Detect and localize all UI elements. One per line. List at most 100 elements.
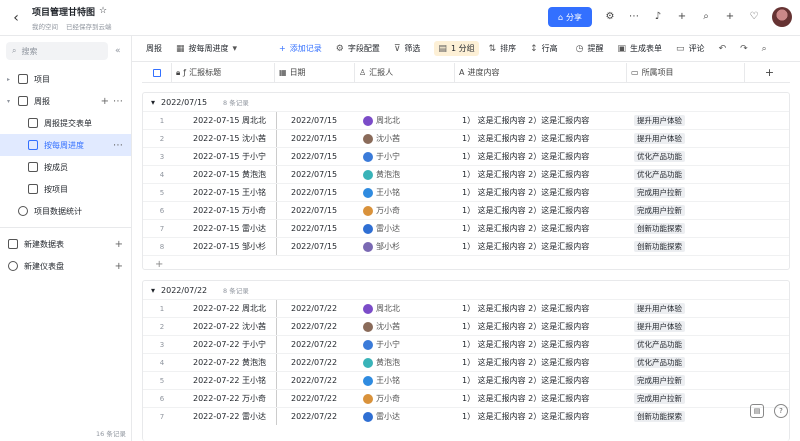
cell-person[interactable]: 周北北: [356, 303, 456, 314]
cell-content[interactable]: 1） 这是汇报内容 2）这是汇报内容: [456, 151, 628, 162]
sidebar-item-by-project[interactable]: 按项目: [0, 178, 131, 200]
collapse-sidebar-icon[interactable]: «: [115, 46, 121, 56]
collapse-icon[interactable]: ▾: [7, 98, 15, 105]
sidebar-item-form[interactable]: 周报提交表单: [0, 112, 131, 134]
cell-person[interactable]: 万小奇: [356, 393, 456, 404]
cell-title[interactable]: 2022-07-15 沈小茜: [173, 133, 276, 144]
plus-icon[interactable]: +: [115, 261, 123, 272]
cell-project[interactable]: 优化产品功能: [628, 357, 758, 368]
remind-button[interactable]: ◷ 提醒: [576, 43, 604, 54]
redo-button[interactable]: ↷: [740, 44, 748, 54]
field-config-button[interactable]: ⚙ 字段配置: [336, 43, 380, 54]
cell-project[interactable]: 优化产品功能: [628, 339, 758, 350]
doc-icon[interactable]: ▤: [750, 404, 764, 418]
group-button[interactable]: ▤ 1 分组: [434, 41, 479, 56]
cell-title[interactable]: 2022-07-22 沈小茜: [173, 321, 276, 332]
new-table-button[interactable]: 新建数据表 +: [0, 233, 131, 255]
more-icon[interactable]: ⋯: [628, 11, 640, 23]
cell-content[interactable]: 1） 这是汇报内容 2）这是汇报内容: [456, 241, 628, 252]
cell-person[interactable]: 黄泡泡: [356, 169, 456, 180]
robot-icon[interactable]: ⚙: [604, 11, 616, 23]
table-row[interactable]: 3 2022-07-22 于小宁 2022/07/22 于小宁 1） 这是汇报内…: [143, 335, 789, 353]
cell-title[interactable]: 2022-07-22 于小宁: [173, 339, 276, 350]
cell-content[interactable]: 1） 这是汇报内容 2）这是汇报内容: [456, 223, 628, 234]
sidebar-item-weekly-progress[interactable]: 按每周进度 ⋯: [0, 134, 131, 156]
cell-content[interactable]: 1） 这是汇报内容 2）这是汇报内容: [456, 187, 628, 198]
cell-date[interactable]: 2022/07/22: [276, 318, 356, 335]
cell-person[interactable]: 万小奇: [356, 205, 456, 216]
table-row[interactable]: 5 2022-07-15 王小铭 2022/07/15 王小铭 1） 这是汇报内…: [143, 183, 789, 201]
cell-date[interactable]: 2022/07/15: [276, 220, 356, 237]
col-person[interactable]: ♙ 汇报人: [355, 63, 455, 82]
cell-content[interactable]: 1） 这是汇报内容 2）这是汇报内容: [456, 375, 628, 386]
cell-title[interactable]: 2022-07-22 周北北: [173, 303, 276, 314]
table-row[interactable]: 7 2022-07-15 雷小达 2022/07/15 雷小达 1） 这是汇报内…: [143, 219, 789, 237]
search-button[interactable]: ⌕: [762, 44, 767, 54]
cell-date[interactable]: 2022/07/22: [276, 408, 356, 425]
table-row[interactable]: 8 2022-07-15 邹小杉 2022/07/15 邹小杉 1） 这是汇报内…: [143, 237, 789, 255]
search-icon[interactable]: ⌕: [700, 11, 712, 23]
table-row[interactable]: 2 2022-07-22 沈小茜 2022/07/22 沈小茜 1） 这是汇报内…: [143, 317, 789, 335]
cell-title[interactable]: 2022-07-15 周北北: [173, 115, 276, 126]
cell-date[interactable]: 2022/07/22: [276, 336, 356, 353]
cell-title[interactable]: 2022-07-15 邹小杉: [173, 241, 276, 252]
view-selector[interactable]: ▦ 按每周进度 ▾: [176, 43, 237, 54]
cell-title[interactable]: 2022-07-22 黄泡泡: [173, 357, 276, 368]
cell-project[interactable]: 完成用户拉新: [628, 205, 758, 216]
cell-content[interactable]: 1） 这是汇报内容 2）这是汇报内容: [456, 303, 628, 314]
collapse-icon[interactable]: ▾: [151, 286, 155, 295]
cell-person[interactable]: 于小宁: [356, 151, 456, 162]
cell-title[interactable]: 2022-07-15 于小宁: [173, 151, 276, 162]
cell-date[interactable]: 2022/07/22: [276, 372, 356, 389]
sidebar-item-stats[interactable]: 项目数据统计: [0, 200, 131, 222]
cell-person[interactable]: 雷小达: [356, 223, 456, 234]
workspace-label[interactable]: 我的空间: [32, 21, 58, 31]
cell-project[interactable]: 提升用户体验: [628, 321, 758, 332]
table-row[interactable]: 1 2022-07-15 周北北 2022/07/15 周北北 1） 这是汇报内…: [143, 111, 789, 129]
back-arrow-icon[interactable]: ‹: [6, 10, 26, 26]
add-record-button[interactable]: + 添加记录: [279, 43, 322, 54]
cell-date[interactable]: 2022/07/22: [276, 300, 356, 317]
cell-date[interactable]: 2022/07/15: [276, 112, 356, 129]
table-row[interactable]: 6 2022-07-15 万小奇 2022/07/15 万小奇 1） 这是汇报内…: [143, 201, 789, 219]
col-date[interactable]: ▦ 日期: [275, 63, 355, 82]
cell-person[interactable]: 周北北: [356, 115, 456, 126]
expand-icon[interactable]: ▸: [7, 76, 15, 83]
cell-date[interactable]: 2022/07/15: [276, 202, 356, 219]
filter-button[interactable]: ⊽ 筛选: [394, 43, 421, 54]
table-row[interactable]: 6 2022-07-22 万小奇 2022/07/22 万小奇 1） 这是汇报内…: [143, 389, 789, 407]
cell-project[interactable]: 提升用户体验: [628, 115, 758, 126]
generate-form-button[interactable]: ▣ 生成表单: [618, 43, 663, 54]
group-header[interactable]: ▾ 2022/07/15 8 条记录: [143, 93, 789, 111]
add-icon[interactable]: +: [724, 11, 736, 23]
cell-person[interactable]: 雷小达: [356, 411, 456, 422]
cell-title[interactable]: 2022-07-15 王小铭: [173, 187, 276, 198]
table-row[interactable]: 3 2022-07-15 于小宁 2022/07/15 于小宁 1） 这是汇报内…: [143, 147, 789, 165]
cell-date[interactable]: 2022/07/15: [276, 238, 356, 255]
cell-title[interactable]: 2022-07-22 万小奇: [173, 393, 276, 404]
add-icon[interactable]: +: [101, 96, 109, 107]
doc-title[interactable]: 项目管理甘特图: [32, 5, 95, 18]
sidebar-item-by-member[interactable]: 按成员: [0, 156, 131, 178]
cell-title[interactable]: 2022-07-22 王小铭: [173, 375, 276, 386]
comment-button[interactable]: ▭ 评论: [676, 43, 705, 54]
star-icon[interactable]: ☆: [99, 6, 107, 16]
cell-project[interactable]: 完成用户拉新: [628, 393, 758, 404]
share-button[interactable]: ⌂ 分享: [548, 7, 592, 27]
cell-content[interactable]: 1） 这是汇报内容 2）这是汇报内容: [456, 393, 628, 404]
cell-content[interactable]: 1） 这是汇报内容 2）这是汇报内容: [456, 411, 628, 422]
cell-project[interactable]: 优化产品功能: [628, 151, 758, 162]
cell-person[interactable]: 王小铭: [356, 375, 456, 386]
cell-date[interactable]: 2022/07/15: [276, 148, 356, 165]
cell-project[interactable]: 完成用户拉新: [628, 187, 758, 198]
cell-content[interactable]: 1） 这是汇报内容 2）这是汇报内容: [456, 205, 628, 216]
cell-date[interactable]: 2022/07/15: [276, 184, 356, 201]
table-row[interactable]: 5 2022-07-22 王小铭 2022/07/22 王小铭 1） 这是汇报内…: [143, 371, 789, 389]
col-title[interactable]: 🔒︎ ƒ 汇报标题: [172, 63, 275, 82]
more-icon[interactable]: ⋯: [113, 96, 123, 107]
cell-content[interactable]: 1） 这是汇报内容 2）这是汇报内容: [456, 115, 628, 126]
bulb-icon[interactable]: ♡: [748, 11, 760, 23]
sidebar-item-project[interactable]: ▸ 项目: [0, 68, 131, 90]
add-row-button[interactable]: +: [143, 255, 789, 273]
cell-date[interactable]: 2022/07/15: [276, 130, 356, 147]
